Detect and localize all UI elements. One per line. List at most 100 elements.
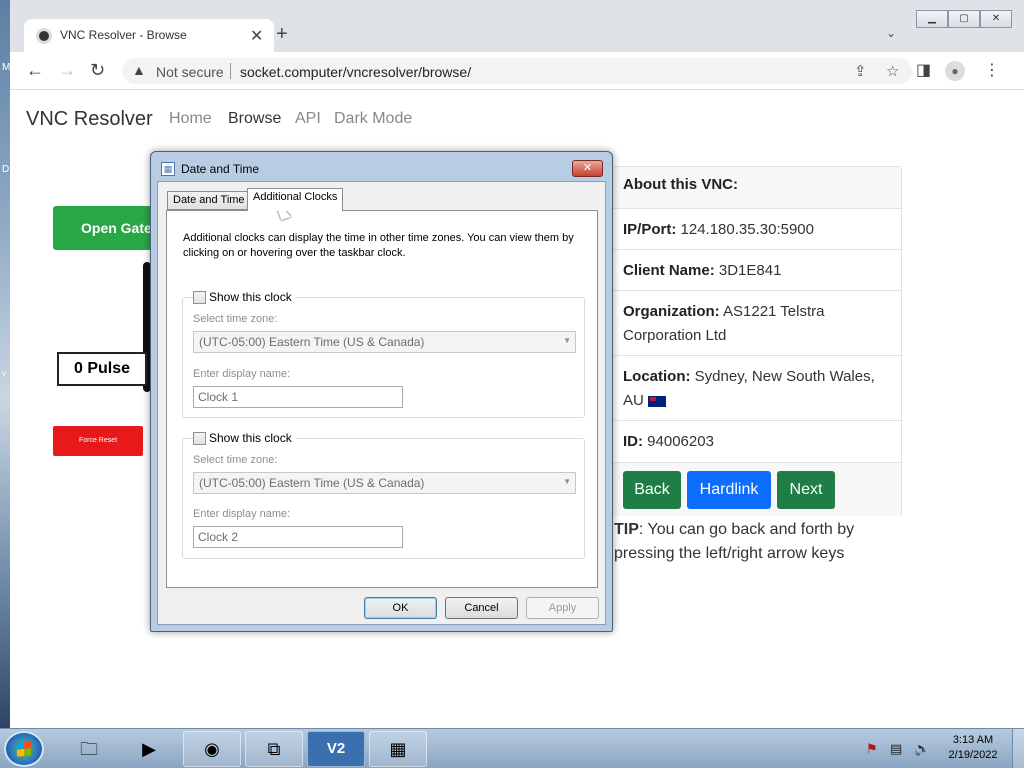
- display-name-label: Enter display name:: [193, 368, 291, 380]
- site-brand[interactable]: VNC Resolver: [26, 108, 153, 131]
- start-button[interactable]: [4, 731, 44, 767]
- clock-2-display-name-input[interactable]: Clock 2: [193, 526, 403, 548]
- browser-tab[interactable]: VNC Resolver - Browse ✕: [24, 19, 274, 53]
- org-label: Organization:: [623, 303, 720, 320]
- info-card-header: About this VNC:: [613, 167, 901, 208]
- ok-button[interactable]: OK: [364, 597, 437, 619]
- back-arrow-icon[interactable]: ←: [26, 60, 44, 81]
- open-gate-button[interactable]: Open Gate: [53, 206, 153, 250]
- windows-logo-icon: [17, 741, 31, 757]
- dialog-close-button[interactable]: ✕: [572, 160, 603, 177]
- date-time-dialog: ▦ Date and Time ✕ Date and Time Addition…: [150, 151, 613, 632]
- checkbox-box[interactable]: [193, 290, 206, 304]
- id-value: 94006203: [647, 433, 714, 450]
- australia-flag-icon: [648, 395, 667, 407]
- tab-additional-clocks[interactable]: Additional Clocks: [247, 188, 344, 211]
- checkbox-box[interactable]: [193, 431, 206, 445]
- time-zone-label: Select time zone:: [193, 454, 278, 466]
- desktop-edge-letter: D: [2, 164, 10, 175]
- time-zone-value: (UTC-05:00) Eastern Time (US & Canada): [199, 335, 425, 349]
- system-clock[interactable]: 3:13 AM 2/19/2022: [940, 733, 1006, 763]
- tab-close-icon[interactable]: ✕: [250, 26, 263, 46]
- clock-2-time-zone-select[interactable]: (UTC-05:00) Eastern Time (US & Canada) ▼: [193, 472, 576, 494]
- taskbar: 🗀 ▶ ◉ ⧉ V2 ▦ ⚑ ▤ 🔈 3:13 AM 2/19/2022: [0, 728, 1024, 768]
- clock-date: 2/19/2022: [948, 749, 998, 761]
- profile-avatar-icon[interactable]: ●: [945, 61, 965, 81]
- date-time-control-panel-icon[interactable]: ▦: [369, 731, 427, 767]
- clock-1-display-name-input[interactable]: Clock 1: [193, 386, 403, 408]
- share-icon[interactable]: ⇪: [854, 62, 867, 80]
- time-zone-value: (UTC-05:00) Eastern Time (US & Canada): [199, 476, 425, 490]
- address-bar[interactable]: ▲ Not secure socket.computer/vncresolver…: [122, 58, 912, 84]
- reload-icon[interactable]: ↻: [90, 60, 105, 81]
- hardlink-button[interactable]: Hardlink: [687, 471, 771, 509]
- action-center-flag-icon[interactable]: ⚑: [866, 741, 878, 757]
- bookmark-star-icon[interactable]: ☆: [886, 62, 899, 80]
- additional-clocks-description: Additional clocks can display the time i…: [183, 232, 574, 259]
- checkbox-label[interactable]: Show this clock: [209, 290, 292, 304]
- show-desktop-button[interactable]: [1012, 729, 1024, 768]
- side-panel-icon[interactable]: ◨: [916, 60, 931, 80]
- close-window-button[interactable]: ✕: [980, 10, 1012, 28]
- dropdown-arrow-icon: ▼: [563, 477, 571, 486]
- network-tool-icon[interactable]: ⧉: [245, 731, 303, 767]
- network-status-icon[interactable]: ▤: [890, 741, 902, 757]
- nav-browse[interactable]: Browse: [228, 110, 281, 128]
- media-player-icon[interactable]: ▶: [120, 731, 178, 767]
- nav-api[interactable]: API: [295, 110, 321, 128]
- location-label: Location:: [623, 368, 691, 385]
- display-name-label: Enter display name:: [193, 508, 291, 520]
- info-org-row: Organization: AS1221 Telstra Corporation…: [613, 290, 901, 355]
- tab-search-chevron-icon[interactable]: ⌄: [886, 26, 896, 40]
- navigation-tip: TIP: You can go back and forth by pressi…: [614, 518, 914, 566]
- tab-date-and-time[interactable]: Date and Time: [167, 191, 251, 210]
- clock-time: 3:13 AM: [952, 734, 994, 746]
- omnibox-divider: [230, 63, 231, 79]
- new-tab-icon[interactable]: +: [276, 23, 288, 46]
- show-clock-2-checkbox[interactable]: Show this clock: [193, 431, 296, 445]
- info-id-row: ID: 94006203: [613, 420, 901, 462]
- minimize-button[interactable]: ▁: [916, 10, 948, 28]
- forward-arrow-icon[interactable]: →: [58, 60, 76, 81]
- desktop-edge-letter: V: [2, 372, 7, 378]
- clock-1-time-zone-select[interactable]: (UTC-05:00) Eastern Time (US & Canada) ▼: [193, 331, 576, 353]
- force-reset-button[interactable]: Force Reset: [53, 426, 143, 456]
- tip-text: : You can go back and forth by pressing …: [614, 521, 855, 562]
- card-button-row: Back Hardlink Next: [613, 462, 901, 516]
- file-explorer-icon[interactable]: 🗀: [60, 731, 118, 767]
- menu-kebab-icon[interactable]: ⋮: [984, 60, 1000, 80]
- tab-strip: VNC Resolver - Browse ✕ + ⌄ ▁ ▢ ✕: [10, 0, 1024, 53]
- clock-1-group: Show this clock Select time zone: (UTC-0…: [182, 290, 585, 418]
- dialog-body: Date and Time Additional Clocks Addition…: [157, 181, 606, 625]
- maximize-button[interactable]: ▢: [948, 10, 980, 28]
- nav-dark-mode[interactable]: Dark Mode: [334, 110, 412, 128]
- next-button[interactable]: Next: [777, 471, 835, 509]
- checkbox-label[interactable]: Show this clock: [209, 431, 292, 445]
- security-status[interactable]: Not secure: [156, 64, 224, 80]
- info-client-row: Client Name: 3D1E841: [613, 249, 901, 290]
- info-location-row: Location: Sydney, New South Wales, AU: [613, 355, 901, 420]
- additional-clocks-panel: Additional clocks can display the time i…: [166, 210, 598, 588]
- window-controls: ▁ ▢ ✕: [916, 10, 1012, 28]
- back-button[interactable]: Back: [623, 471, 681, 509]
- volume-icon[interactable]: 🔈: [914, 741, 930, 757]
- url-text[interactable]: socket.computer/vncresolver/browse/: [240, 64, 471, 80]
- ip-label: IP/Port:: [623, 221, 677, 238]
- id-label: ID:: [623, 433, 643, 450]
- show-clock-1-checkbox[interactable]: Show this clock: [193, 290, 296, 304]
- clock-2-group: Show this clock Select time zone: (UTC-0…: [182, 431, 585, 559]
- nav-home[interactable]: Home: [169, 110, 212, 128]
- tip-label: TIP: [614, 521, 639, 538]
- pulse-counter: 0 Pulse: [57, 352, 147, 386]
- vnc-viewer-icon[interactable]: V2: [307, 731, 365, 767]
- dropdown-arrow-icon: ▼: [563, 336, 571, 345]
- time-zone-label: Select time zone:: [193, 313, 278, 325]
- browser-toolbar: ← → ↻ ▲ Not secure socket.computer/vncre…: [10, 52, 1024, 90]
- tab-title: VNC Resolver - Browse: [60, 28, 187, 42]
- apply-button[interactable]: Apply: [526, 597, 599, 619]
- warning-triangle-icon[interactable]: ▲: [132, 62, 146, 78]
- site-favicon-icon: [36, 28, 52, 44]
- ip-value: 124.180.35.30:5900: [680, 221, 814, 238]
- cancel-button[interactable]: Cancel: [445, 597, 518, 619]
- chrome-icon[interactable]: ◉: [183, 731, 241, 767]
